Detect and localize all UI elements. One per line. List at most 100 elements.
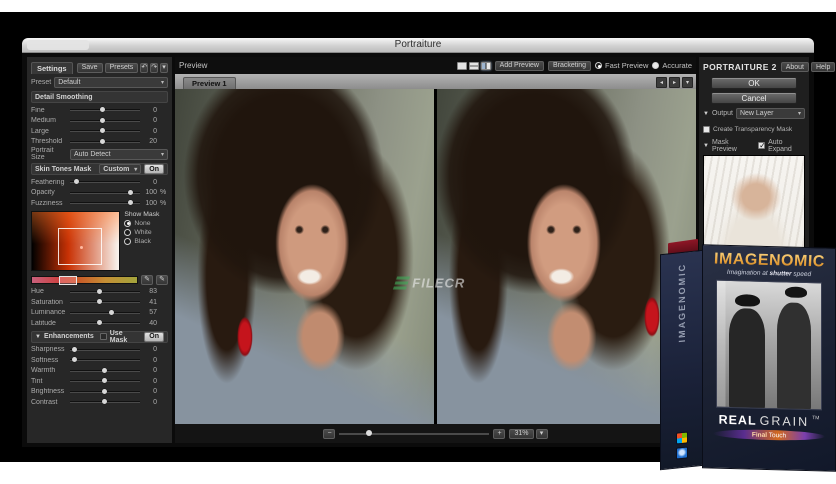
ok-button[interactable]: OK [711,77,797,89]
filecr-logo-icon [393,276,411,290]
single-view-icon[interactable] [456,61,467,70]
slider-knob[interactable] [72,346,78,352]
slider-knob[interactable] [108,309,114,315]
slider-track[interactable] [70,117,140,123]
slider-value: 0 [153,356,157,364]
zoom-slider-knob[interactable] [366,430,373,436]
slider-knob[interactable] [101,367,107,373]
slider-knob[interactable] [99,128,105,134]
slider-track[interactable] [70,107,140,113]
watermark-text: FILECR [412,275,466,291]
add-preview-button[interactable]: Add Preview [494,60,544,71]
slider-knob[interactable] [101,388,107,394]
slider-label: Fuzziness [31,199,63,207]
slider-track[interactable] [70,179,140,185]
section-title: Detail Smoothing [35,93,93,101]
fast-preview-radio[interactable]: Fast Preview [595,61,648,70]
slider-track[interactable] [70,399,140,405]
color-gradient-picker[interactable] [31,210,121,271]
transparency-checkbox[interactable] [703,126,710,133]
accurate-radio[interactable]: Accurate [652,61,692,70]
radio-icon[interactable] [124,237,132,245]
tab-prev-button[interactable]: ◂ [656,77,667,88]
tab-menu-button[interactable]: ▾ [682,77,693,88]
slider-knob[interactable] [99,107,105,113]
auto-expand-checkbox[interactable] [758,141,766,150]
slider-knob[interactable] [101,378,107,384]
radio-icon[interactable] [124,219,132,227]
settings-panel: Settings Save Presets ↶ ↷ ▾ Preset Defau… [27,57,172,443]
skin-tones-on-button[interactable]: On [144,164,164,174]
transparency-row[interactable]: Create Transparency Mask [703,123,805,136]
bracketing-button[interactable]: Bracketing [547,60,592,71]
output-select[interactable]: New Layer ▾ [735,108,805,119]
radio-icon[interactable] [595,62,603,69]
slider-track[interactable] [70,200,140,206]
zoom-out-button[interactable]: − [323,428,336,439]
slider-track[interactable] [70,128,140,134]
enhancements-header[interactable]: ▼ Enhancements Use Mask On [31,330,168,344]
eyedropper-remove-button[interactable]: ✎ [156,274,168,285]
about-button[interactable]: About [780,62,809,72]
zoom-slider[interactable] [339,430,490,436]
slider-track[interactable] [70,138,140,144]
slider-track[interactable] [70,288,140,294]
window-titlebar[interactable]: Portraiture [22,38,814,53]
slider-value: 0 [153,377,157,385]
slider-knob[interactable] [99,117,105,123]
help-button[interactable]: Help [811,62,836,72]
slider-knob[interactable] [101,399,107,405]
tab-settings[interactable]: Settings [31,61,73,74]
slider-track[interactable] [70,346,140,352]
radio-option-none[interactable]: None [124,219,168,228]
slider-track[interactable] [70,320,140,326]
dual-view-icon[interactable] [468,61,479,70]
undo-icon: ↶ [141,64,148,71]
hue-selected-segment[interactable] [59,275,78,285]
view-mode-icons [456,61,491,70]
slider-knob[interactable] [73,179,79,185]
slider-knob[interactable] [97,288,103,294]
redo-button[interactable]: ↷ [150,62,159,73]
preview-images: FILECR [175,89,696,424]
radio-icon[interactable] [124,228,132,236]
slider-track[interactable] [70,299,140,305]
slider-knob[interactable] [97,299,103,305]
zoom-level-value[interactable]: 31% [509,428,534,439]
zoom-in-button[interactable]: + [493,428,506,439]
enhancements-on-button[interactable]: On [144,331,164,342]
slider-knob[interactable] [128,200,134,206]
slider-track[interactable] [70,388,140,394]
tab-preview-1[interactable]: Preview 1 [183,77,236,89]
slider-track[interactable] [70,189,140,195]
slider-track[interactable] [70,309,140,315]
skin-tones-mode-select[interactable]: Custom ▾ [99,164,142,174]
use-mask-checkbox[interactable] [99,333,107,340]
before-image-tile[interactable] [175,89,434,424]
radio-option-black[interactable]: Black [124,237,168,246]
slider-track[interactable] [70,367,140,373]
preset-select[interactable]: Default ▾ [54,76,168,88]
slider-track[interactable] [70,378,140,384]
radio-icon[interactable] [652,62,660,69]
slider-knob[interactable] [72,357,78,363]
radio-option-white[interactable]: White [124,228,168,237]
tab-next-button[interactable]: ▸ [669,77,680,88]
portrait-size-select[interactable]: Auto Detect ▾ [70,148,168,160]
panel-menu-button[interactable]: ▾ [160,62,169,73]
skin-tones-mask-header[interactable]: Skin Tones Mask Custom ▾ On [31,163,168,175]
presets-button[interactable]: Presets [104,62,139,73]
slider-knob[interactable] [97,320,103,326]
hat-silhouette [734,293,760,307]
cancel-button[interactable]: Cancel [711,92,797,104]
slider-knob[interactable] [99,138,105,144]
slider-track[interactable] [70,357,140,363]
eyedropper-add-button[interactable]: ✎ [141,274,153,285]
detail-smoothing-header[interactable]: Detail Smoothing [31,91,168,103]
undo-button[interactable]: ↶ [140,62,149,73]
slider-knob[interactable] [128,189,134,195]
zoom-level-menu-button[interactable]: ▾ [535,428,548,439]
save-button[interactable]: Save [76,62,103,73]
hue-strip[interactable] [31,275,138,285]
split-view-icon[interactable] [480,61,491,70]
